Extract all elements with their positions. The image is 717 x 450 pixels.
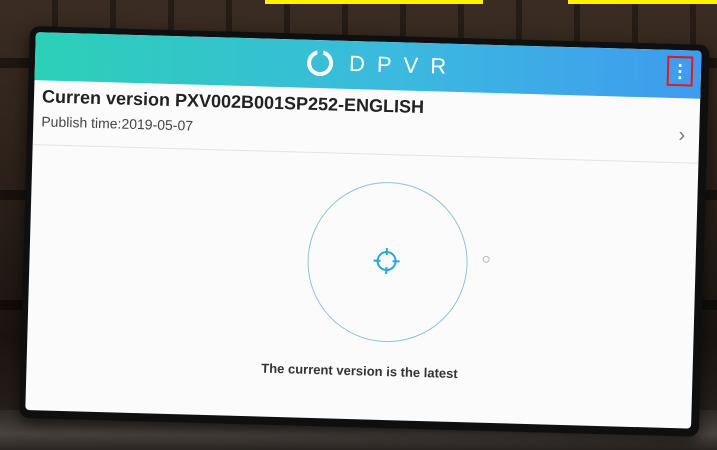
current-version-label: Curren version PXV002B001SP252-ENGLISH [41, 86, 425, 118]
crosshair-icon [373, 248, 400, 275]
logo-text: DPVR [348, 50, 459, 79]
logo-ring-icon [306, 49, 334, 77]
dpvr-logo: DPVR [306, 49, 459, 80]
chevron-right-icon: › [678, 124, 686, 147]
more-options-button[interactable]: ⋮ [666, 55, 694, 87]
update-panel: DPVR ⋮ Curren version PXV002B001SP252-EN… [25, 32, 702, 429]
indicator-dot [482, 255, 490, 263]
vr-screen: DPVR ⋮ Curren version PXV002B001SP252-EN… [19, 26, 710, 437]
status-message: The current version is the latest [261, 360, 458, 382]
more-vertical-icon: ⋮ [670, 60, 690, 81]
highlight-mark [568, 0, 717, 4]
highlight-mark [265, 0, 483, 4]
publish-time-label: Publish time:2019-05-07 [41, 113, 194, 134]
